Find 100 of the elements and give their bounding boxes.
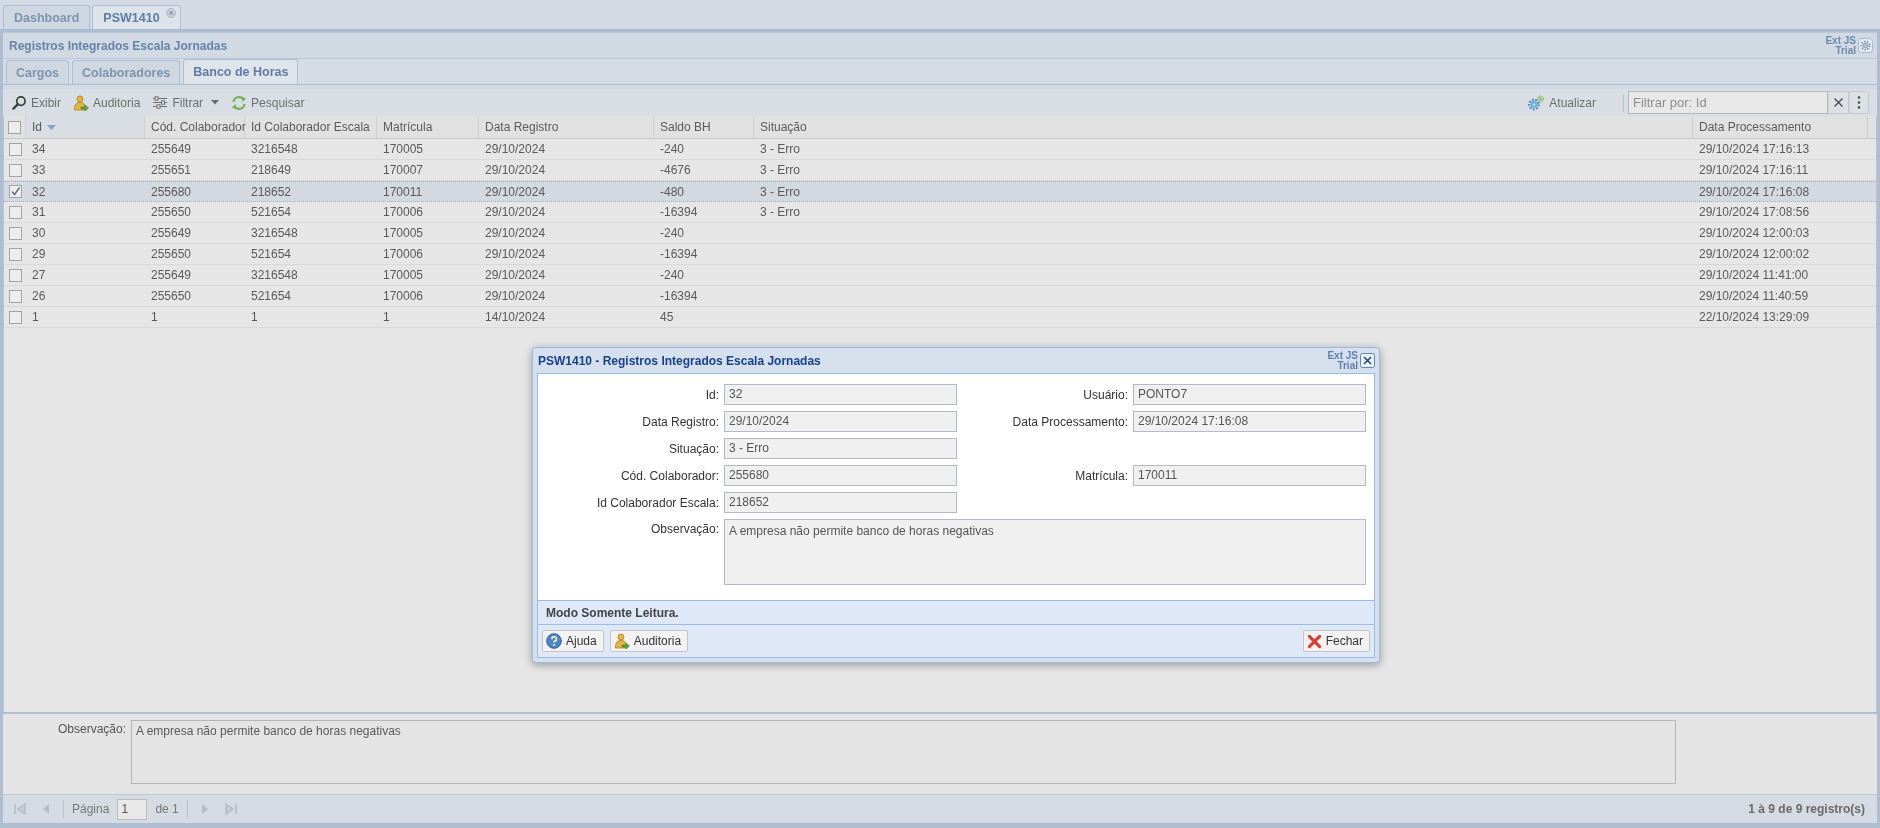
text-field[interactable]: 3 - Erro [724,438,957,459]
table-cell-text: 29/10/2024 17:16:08 [1698,183,1811,201]
checkbox[interactable] [8,226,22,240]
table-cell-text: 1 [250,309,259,326]
table-cell-text: 29/10/2024 11:41:00 [1698,267,1810,284]
grid-row[interactable]: 30 255649 3216548 170005 29/10/2024 -240 29/10/2024 12:00:03 [4,223,1876,244]
checkbox[interactable] [8,268,22,282]
help-button[interactable]: Ajuda [542,630,604,652]
close-button[interactable]: Fechar [1302,630,1370,652]
page-field[interactable]: 1 [117,798,148,820]
column-header[interactable]: Cód. Colaborador [145,116,245,138]
column-header[interactable]: Matrícula [377,116,479,138]
table-cell-text: 29/10/2024 [484,183,547,201]
grid-row[interactable]: 31 255650 521654 170006 29/10/2024 -16394 3 - Erro 29/10/2024 17:08:56 [4,202,1876,223]
table-cell-text: 3216548 [250,225,299,242]
text-field[interactable]: 29/10/2024 17:16:08 [1133,411,1366,432]
field-label: Cód. Colaborador: [619,467,720,485]
checkbox[interactable] [8,120,21,134]
panel-title: Registros Integrados Escala Jornadas [9,38,228,53]
checkbox[interactable] [8,247,22,261]
tab[interactable]: PSW1410 [92,5,181,29]
tab[interactable]: Banco de Horas [183,59,299,84]
gear-icon[interactable] [1858,38,1873,53]
table-cell-text: 33 [31,162,47,179]
field-label: Observação: [649,521,720,538]
field-label: Data Registro: [641,413,720,431]
table-cell-text: 29/10/2024 [484,246,547,263]
table-cell-text: -4676 [659,162,692,179]
more-icon[interactable] [1849,91,1869,114]
text-field[interactable]: 32 [724,384,957,405]
table-cell-text: 45 [659,309,675,326]
column-header[interactable]: Saldo BH [654,116,754,138]
table-cell-text: -240 [659,267,686,284]
text-field[interactable]: 218652 [724,492,957,513]
column-header[interactable]: Data Processamento [1693,116,1868,138]
text-field[interactable]: 29/10/2024 [724,411,957,432]
table-cell-text: 29/10/2024 [484,225,547,242]
table-cell-text: 29/10/2024 [484,162,547,179]
text-field[interactable]: PONTO7 [1133,384,1366,405]
table-cell-text: 30 [31,225,47,242]
table-cell-text: 3216548 [250,267,299,284]
observation-field[interactable]: A empresa não permite banco de horas negativas [724,519,1366,585]
table-cell-text: 29/10/2024 11:40:59 [1698,288,1810,305]
text-field[interactable]: 170011 [1133,465,1366,486]
table-cell-text: -16394 [659,204,699,221]
observation-field[interactable]: A empresa não permite banco de horas negativas [131,720,1676,784]
field-label: Id: [704,386,720,404]
field-label: Matrícula: [1074,467,1129,485]
table-cell-text: -16394 [659,246,699,263]
table-cell-text: 255651 [150,162,193,179]
close-icon[interactable] [1360,353,1375,368]
table-cell-text: 29/10/2024 [484,204,547,221]
status-bar: Modo Somente Leitura. [537,601,1375,625]
table-cell-text: 29/10/2024 17:16:13 [1698,141,1811,158]
toolbar-button[interactable]: Filtrar [147,93,225,112]
toolbar-button[interactable]: Exibir [7,93,66,112]
table-cell-text: 521654 [250,246,293,263]
grid-row[interactable]: 1 1 1 1 14/10/2024 45 22/10/2024 13:29:09 [4,307,1876,328]
text-field[interactable]: 255680 [724,465,957,486]
grid-row[interactable]: 29 255650 521654 170006 29/10/2024 -16394 29/10/2024 12:00:02 [4,244,1876,265]
table-cell-text: 29/10/2024 [484,288,547,305]
column-header[interactable]: Id Colaborador Escala [245,116,377,138]
filter-field[interactable]: Filtrar por: Id [1628,91,1828,114]
clear-icon[interactable] [1828,91,1849,114]
person-arrow-icon [613,633,630,649]
table-cell-text: 27 [31,267,47,284]
checkbox[interactable] [8,185,22,198]
update-button[interactable]: Atualizar [1522,92,1601,113]
table-cell-text: 521654 [250,204,293,221]
checkbox[interactable] [8,310,22,324]
table-cell-text: 26 [31,288,47,305]
column-header[interactable]: Data Registro [479,116,654,138]
field-label: Id Colaborador Escala: [595,494,720,512]
toolbar-button[interactable]: Pesquisar [226,92,310,113]
field-label: Usuário: [1082,386,1129,404]
grid-row[interactable]: 26 255650 521654 170006 29/10/2024 -16394 29/10/2024 11:40:59 [4,286,1876,307]
table-cell-text: 14/10/2024 [484,309,547,326]
checkbox[interactable] [8,142,22,156]
grid-row[interactable]: 32 255680 218652 170011 29/10/2024 -480 3 - Erro 29/10/2024 17:16:08 [4,181,1876,202]
table-cell-text: 1 [31,309,40,326]
table-cell-text: 29/10/2024 12:00:03 [1698,225,1811,242]
table-cell-text: 255680 [150,183,193,201]
refresh-icon [231,94,248,111]
grid-row[interactable]: 34 255649 3216548 170005 29/10/2024 -240 3 - Erro 29/10/2024 17:16:13 [4,139,1876,160]
page-count-label: de 1 [155,802,179,816]
checkbox[interactable] [8,289,22,303]
grid-row[interactable]: 27 255649 3216548 170005 29/10/2024 -240 29/10/2024 11:41:00 [4,265,1876,286]
checkbox[interactable] [8,205,22,219]
field-label: Data Processamento: [1011,413,1129,431]
checkbox[interactable] [8,163,22,177]
person-arrow-icon [73,94,89,111]
column-header[interactable]: Situação [754,116,1693,138]
help-icon [546,633,562,649]
table-cell-text: 255649 [150,225,193,242]
table-cell-text: 22/10/2024 13:29:09 [1698,309,1811,326]
table-cell-text: 170007 [382,162,425,179]
column-header[interactable]: Id [26,116,145,138]
toolbar-button[interactable]: Auditoria [68,92,146,113]
trial-label: Ext JS Trial [1326,350,1358,371]
audit-button[interactable]: Auditoria [609,630,689,652]
